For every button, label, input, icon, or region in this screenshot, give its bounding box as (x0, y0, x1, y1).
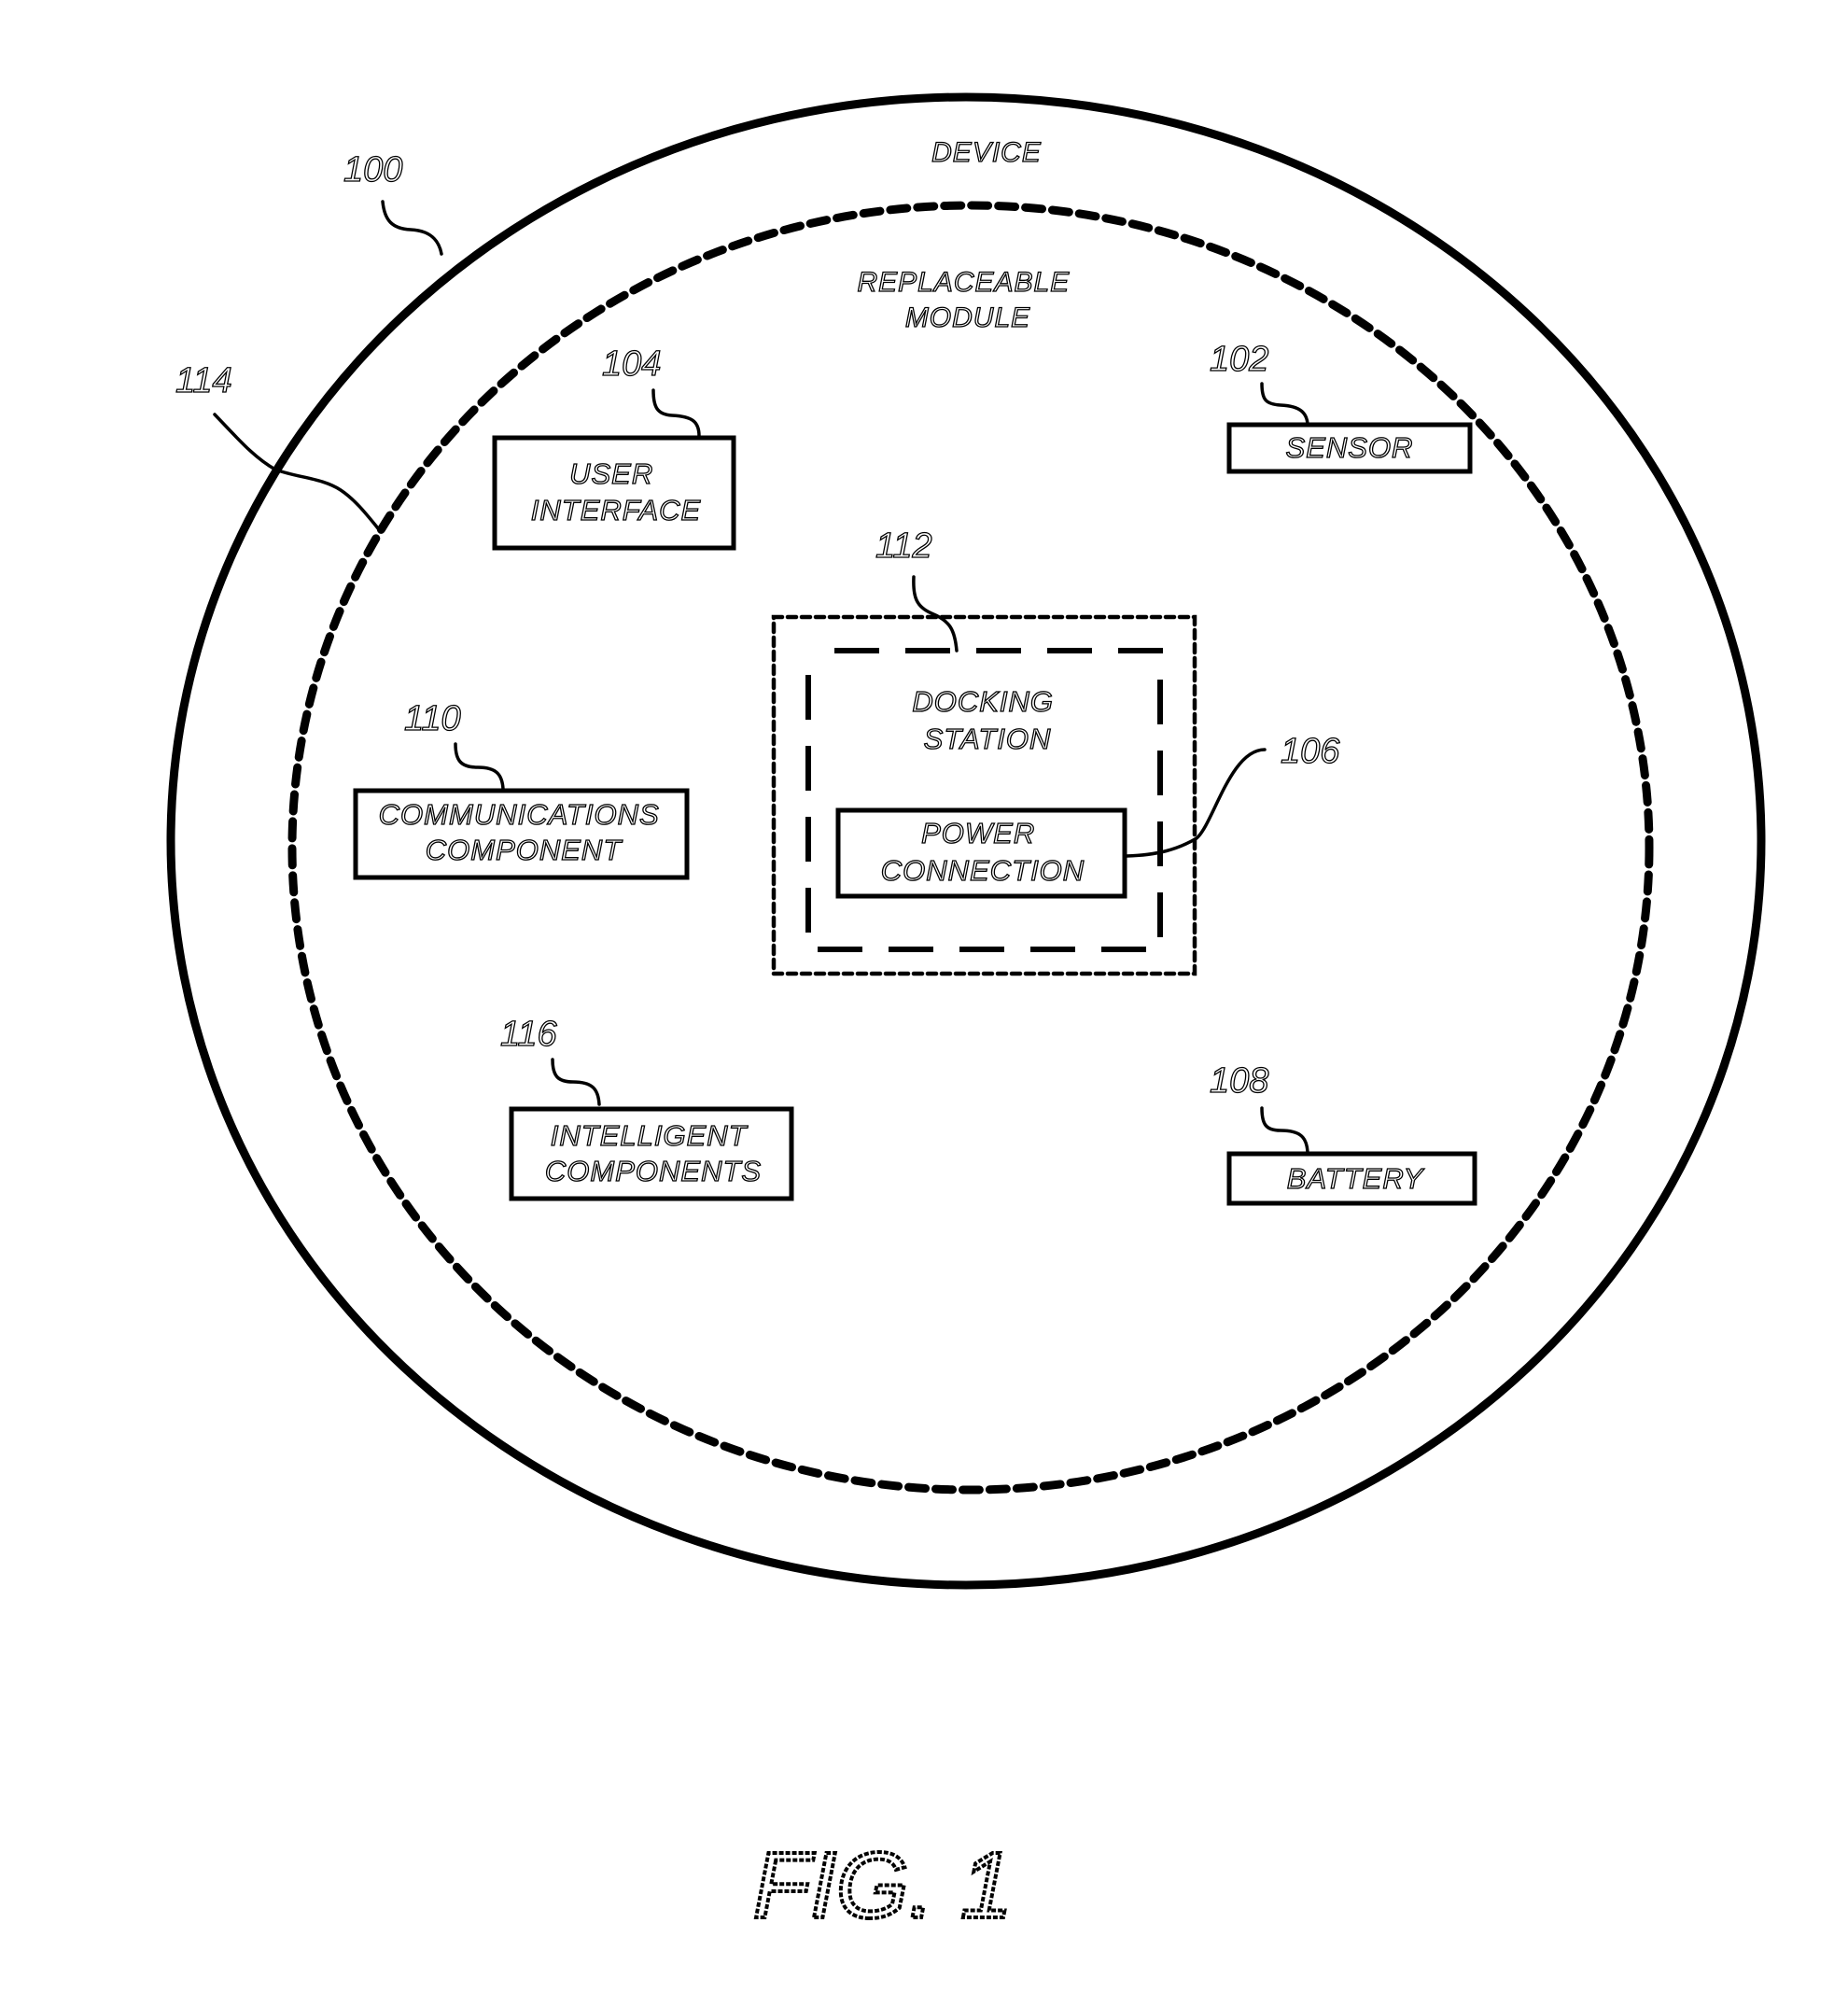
ref-116: 116 (500, 1015, 557, 1054)
sensor-label: SENSOR (1286, 431, 1414, 464)
ref-104: 104 (602, 344, 661, 384)
leader-116 (551, 1058, 601, 1106)
replaceable-module-label-line-1: REPLACEABLE (857, 267, 1070, 298)
replaceable-module-label-line-2: MODULE (905, 302, 1030, 333)
user-interface-block: USER INTERFACE (492, 435, 736, 551)
sensor-block: SENSOR (1226, 422, 1473, 474)
docking-station-outer-boundary (771, 614, 1197, 976)
figure-caption: FIG. 1 (753, 1833, 1013, 1938)
patent-figure: DEVICE REPLACEABLE MODULE 100 114 104 US… (166, 92, 1766, 1940)
intelligent-components-block: INTELLIGENT COMPONENTS (509, 1106, 794, 1201)
leader-110 (454, 742, 505, 791)
leader-114 (213, 413, 380, 530)
leader-100 (381, 200, 443, 256)
ref-100: 100 (343, 150, 402, 189)
replaceable-module-label: REPLACEABLE MODULE (857, 267, 1078, 333)
power-connection-block: POWER CONNECTION (835, 807, 1127, 899)
ref-106: 106 (1281, 732, 1340, 771)
ref-114: 114 (175, 361, 232, 400)
communications-block: COMMUNICATIONS COMPONENT (353, 788, 690, 880)
ref-102: 102 (1210, 340, 1268, 379)
battery-label: BATTERY (1287, 1162, 1425, 1195)
leader-108 (1260, 1106, 1309, 1154)
ref-110: 110 (404, 699, 461, 738)
docking-station-label: DOCKING STATION (912, 685, 1062, 755)
ref-112: 112 (875, 526, 932, 566)
leader-102 (1260, 382, 1309, 426)
device-label: DEVICE (931, 137, 1042, 168)
leader-112 (912, 575, 959, 653)
battery-block: BATTERY (1226, 1151, 1477, 1206)
ref-108: 108 (1210, 1061, 1268, 1101)
leader-104 (651, 388, 701, 438)
